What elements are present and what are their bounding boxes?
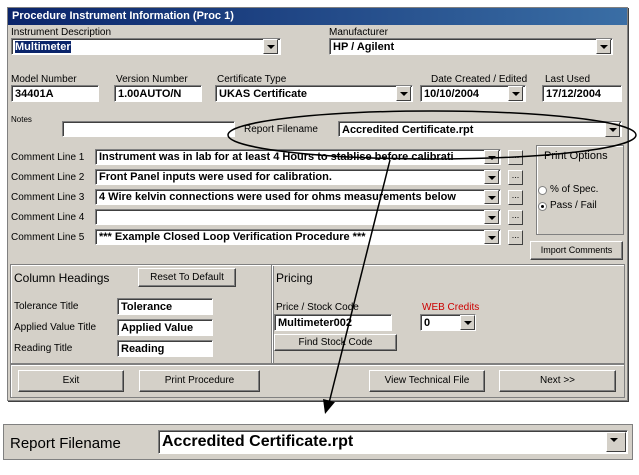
pointer-arrow-head	[323, 399, 335, 414]
pointer-arrow-line	[328, 159, 391, 404]
highlight-ellipse	[227, 110, 637, 160]
annotation-overlay	[227, 110, 637, 414]
zoom-dropdown-icon[interactable]	[606, 432, 626, 452]
zoom-report-filename-label: Report Filename	[10, 435, 121, 452]
zoomed-report-filename: Report Filename Accredited Certificate.r…	[3, 424, 633, 460]
zoom-report-filename-field[interactable]: Accredited Certificate.rpt	[158, 430, 628, 454]
